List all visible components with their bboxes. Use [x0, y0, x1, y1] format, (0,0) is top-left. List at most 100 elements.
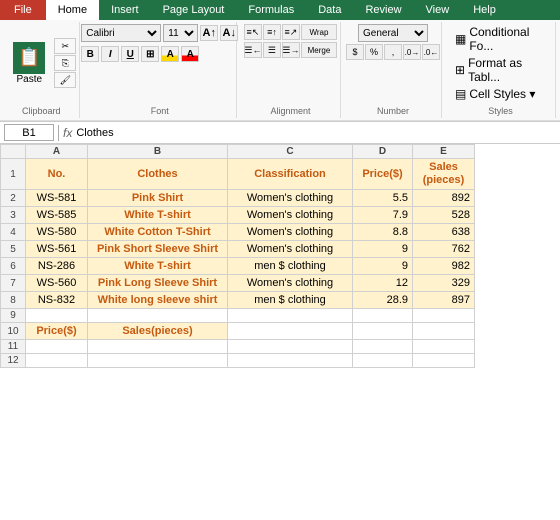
align-top-center-button[interactable]: ≡↑ [263, 24, 281, 40]
decrease-decimal-button[interactable]: .0← [422, 44, 440, 60]
tab-review[interactable]: Review [353, 0, 413, 20]
cell-b8[interactable]: White long sleeve shirt [88, 292, 228, 309]
col-header-a[interactable]: A [26, 145, 88, 159]
cell-e3[interactable]: 528 [413, 207, 475, 224]
tab-help[interactable]: Help [461, 0, 508, 20]
format-painter-button[interactable]: 🖌 [54, 72, 76, 88]
cell-b1[interactable]: Clothes [88, 159, 228, 190]
cell-e4[interactable]: 638 [413, 224, 475, 241]
cell-c4[interactable]: Women's clothing [228, 224, 353, 241]
cell-e6[interactable]: 982 [413, 258, 475, 275]
align-top-right-button[interactable]: ≡↗ [282, 24, 300, 40]
cell-e8[interactable]: 897 [413, 292, 475, 309]
cell-a6[interactable]: NS-286 [26, 258, 88, 275]
cell-styles-button[interactable]: ▤ Cell Styles ▾ [452, 86, 538, 102]
cell-e9[interactable] [413, 309, 475, 323]
fill-color-button[interactable]: A [161, 46, 179, 62]
cell-a8[interactable]: NS-832 [26, 292, 88, 309]
cell-c8[interactable]: men $ clothing [228, 292, 353, 309]
cell-b4[interactable]: White Cotton T-Shirt [88, 224, 228, 241]
tab-view[interactable]: View [414, 0, 462, 20]
decrease-font-button[interactable]: A↓ [220, 25, 238, 41]
cell-e11[interactable] [413, 340, 475, 354]
cell-b10[interactable]: Sales(pieces) [88, 323, 228, 340]
cell-reference-input[interactable] [4, 124, 54, 141]
cell-e7[interactable]: 329 [413, 275, 475, 292]
cell-c12[interactable] [228, 354, 353, 368]
align-top-left-button[interactable]: ≡↖ [244, 24, 262, 40]
tab-home[interactable]: Home [46, 0, 99, 20]
cell-b11[interactable] [88, 340, 228, 354]
cell-d11[interactable] [353, 340, 413, 354]
cell-d8[interactable]: 28.9 [353, 292, 413, 309]
cell-a9[interactable] [26, 309, 88, 323]
cell-c6[interactable]: men $ clothing [228, 258, 353, 275]
cell-e2[interactable]: 892 [413, 190, 475, 207]
wrap-text-button[interactable]: Wrap [301, 24, 337, 40]
tab-page-layout[interactable]: Page Layout [151, 0, 237, 20]
paste-button[interactable]: 📋 Paste [6, 39, 52, 88]
font-size-select[interactable]: 11 [163, 24, 198, 42]
cell-b6[interactable]: White T-shirt [88, 258, 228, 275]
cell-c9[interactable] [228, 309, 353, 323]
merge-center-button[interactable]: Merge [301, 42, 337, 58]
tab-formulas[interactable]: Formulas [236, 0, 306, 20]
cell-a12[interactable] [26, 354, 88, 368]
cell-d6[interactable]: 9 [353, 258, 413, 275]
cell-b5[interactable]: Pink Short Sleeve Shirt [88, 241, 228, 258]
cell-d1[interactable]: Price($) [353, 159, 413, 190]
cell-b7[interactable]: Pink Long Sleeve Shirt [88, 275, 228, 292]
font-name-select[interactable]: Calibri [81, 24, 161, 42]
cell-a3[interactable]: WS-585 [26, 207, 88, 224]
cell-d9[interactable] [353, 309, 413, 323]
increase-font-button[interactable]: A↑ [200, 25, 218, 41]
cell-e10[interactable] [413, 323, 475, 340]
cell-d3[interactable]: 7.9 [353, 207, 413, 224]
cell-a10[interactable]: Price($) [26, 323, 88, 340]
cell-c1[interactable]: Classification [228, 159, 353, 190]
cell-a4[interactable]: WS-580 [26, 224, 88, 241]
cell-b3[interactable]: White T-shirt [88, 207, 228, 224]
cell-c2[interactable]: Women's clothing [228, 190, 353, 207]
align-right-button[interactable]: ☰→ [282, 42, 300, 58]
cut-button[interactable]: ✂ [54, 38, 76, 54]
cell-d2[interactable]: 5.5 [353, 190, 413, 207]
cell-a11[interactable] [26, 340, 88, 354]
italic-button[interactable]: I [101, 46, 119, 62]
cell-c11[interactable] [228, 340, 353, 354]
bold-button[interactable]: B [81, 46, 99, 62]
cell-a1[interactable]: No. [26, 159, 88, 190]
cell-a7[interactable]: WS-560 [26, 275, 88, 292]
col-header-d[interactable]: D [353, 145, 413, 159]
cell-e1[interactable]: Sales(pieces) [413, 159, 475, 190]
underline-button[interactable]: U [121, 46, 139, 62]
cell-d4[interactable]: 8.8 [353, 224, 413, 241]
cell-a5[interactable]: WS-561 [26, 241, 88, 258]
cell-c5[interactable]: Women's clothing [228, 241, 353, 258]
cell-e12[interactable] [413, 354, 475, 368]
increase-decimal-button[interactable]: .0→ [403, 44, 421, 60]
cell-a2[interactable]: WS-581 [26, 190, 88, 207]
col-header-b[interactable]: B [88, 145, 228, 159]
cell-c7[interactable]: Women's clothing [228, 275, 353, 292]
align-center-button[interactable]: ☰ [263, 42, 281, 58]
copy-button[interactable]: ⎘ [54, 55, 76, 71]
cell-c10[interactable] [228, 323, 353, 340]
cell-c3[interactable]: Women's clothing [228, 207, 353, 224]
cell-d7[interactable]: 12 [353, 275, 413, 292]
tab-insert[interactable]: Insert [99, 0, 151, 20]
conditional-formatting-button[interactable]: ▦ Conditional Fo... [452, 24, 549, 54]
cell-b12[interactable] [88, 354, 228, 368]
col-header-c[interactable]: C [228, 145, 353, 159]
number-format-select[interactable]: General [358, 24, 428, 42]
align-left-button[interactable]: ☰← [244, 42, 262, 58]
percent-button[interactable]: % [365, 44, 383, 60]
cell-b2[interactable]: Pink Shirt [88, 190, 228, 207]
formula-input[interactable] [76, 127, 556, 139]
col-header-e[interactable]: E [413, 145, 475, 159]
border-button[interactable]: ⊞ [141, 46, 159, 62]
cell-e5[interactable]: 762 [413, 241, 475, 258]
font-color-button[interactable]: A [181, 46, 199, 62]
tab-file[interactable]: File [0, 0, 46, 20]
format-as-table-button[interactable]: ⊞ Format as Tabl... [452, 55, 549, 85]
